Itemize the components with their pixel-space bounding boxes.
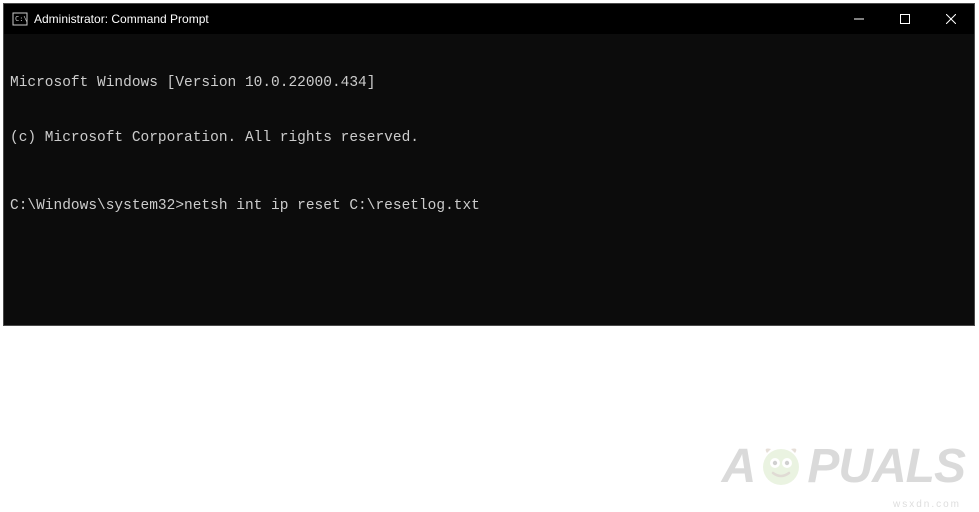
titlebar[interactable]: C:\ Administrator: Command Prompt xyxy=(4,4,974,34)
close-button[interactable] xyxy=(928,4,974,34)
terminal-output-line: Microsoft Windows [Version 10.0.22000.43… xyxy=(10,74,968,92)
maximize-button[interactable] xyxy=(882,4,928,34)
terminal-prompt: C:\Windows\system32> xyxy=(10,198,184,214)
watermark-prefix: A xyxy=(722,439,756,494)
minimize-button[interactable] xyxy=(836,4,882,34)
command-prompt-window: C:\ Administrator: Command Prompt Micros… xyxy=(3,3,975,326)
terminal-body[interactable]: Microsoft Windows [Version 10.0.22000.43… xyxy=(4,34,974,325)
terminal-prompt-line: C:\Windows\system32>netsh int ip reset C… xyxy=(10,197,968,215)
watermark-mascot-icon xyxy=(757,443,805,491)
window-title: Administrator: Command Prompt xyxy=(34,12,209,26)
window-controls xyxy=(836,4,974,34)
terminal-output-line: (c) Microsoft Corporation. All rights re… xyxy=(10,129,968,147)
watermark-subtext: wsxdn.com xyxy=(893,499,961,510)
svg-text:C:\: C:\ xyxy=(15,15,28,23)
terminal-command: netsh int ip reset C:\resetlog.txt xyxy=(184,198,480,214)
cmd-icon: C:\ xyxy=(12,11,28,27)
watermark-logo: A PUALS xyxy=(722,439,965,494)
titlebar-left: C:\ Administrator: Command Prompt xyxy=(12,11,209,27)
watermark-suffix: PUALS xyxy=(807,439,965,494)
